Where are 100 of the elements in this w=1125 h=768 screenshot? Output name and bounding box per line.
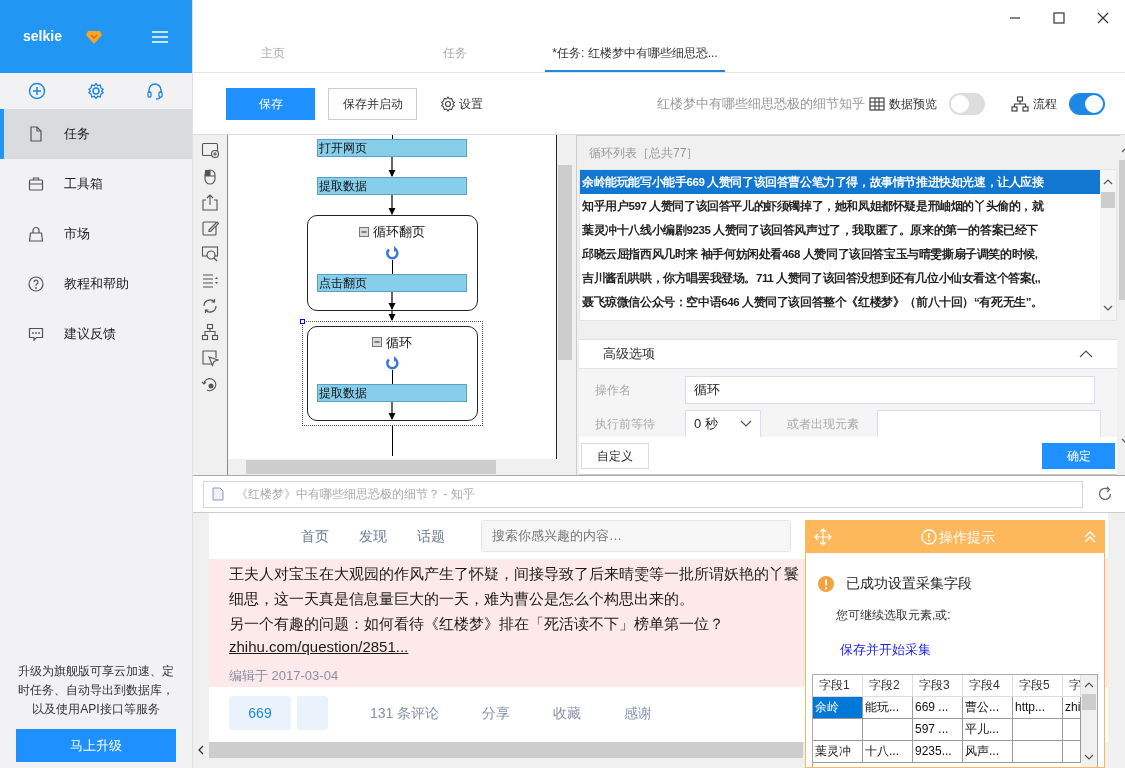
collapse-icon[interactable]: [372, 337, 382, 348]
search-icon[interactable]: [201, 245, 219, 263]
mouse-icon[interactable]: [201, 167, 219, 185]
diamond-icon: [85, 29, 102, 44]
nav-link[interactable]: 发现: [359, 525, 387, 547]
column-header[interactable]: 字段5: [1013, 674, 1063, 697]
sidebar-item[interactable]: 工具箱: [0, 159, 192, 209]
input-field[interactable]: 循环: [685, 376, 1095, 404]
file-icon: [28, 126, 44, 142]
flow-step[interactable]: 打开网页: [317, 139, 467, 157]
page-icon: [212, 487, 224, 501]
scrollbar[interactable]: [1100, 170, 1116, 320]
list-item[interactable]: 余岭能玩能写小能手669 人赞同了该回答曹公笔力了得，故事情节推进快如光速，让人应接: [580, 170, 1100, 194]
table-cell[interactable]: 余岭: [813, 696, 863, 719]
column-header[interactable]: 字段3: [913, 674, 963, 697]
tab[interactable]: *任务: 红楼梦中有哪些细思恐...: [545, 36, 725, 72]
toolbox-icon: [28, 176, 44, 192]
hierarchy-icon: [1011, 95, 1029, 112]
select-field[interactable]: 0 秒: [685, 410, 761, 437]
selection-handle[interactable]: [299, 318, 305, 324]
refresh-icon[interactable]: [201, 297, 219, 315]
settings-button[interactable]: 设置: [440, 94, 483, 113]
table-cell[interactable]: 597 ...: [913, 718, 963, 741]
headset-icon[interactable]: [145, 82, 164, 100]
move-icon[interactable]: [814, 528, 832, 546]
flow-step[interactable]: 提取数据: [317, 384, 467, 402]
scroll-thumb[interactable]: [1082, 693, 1096, 710]
toggle-label: 数据预览: [889, 95, 937, 113]
edit-date: 编辑于 2017-03-04: [229, 667, 339, 685]
toggle-switch[interactable]: [1069, 92, 1105, 115]
column-header[interactable]: 字段1: [813, 674, 863, 697]
sidebar-item[interactable]: 任务: [0, 109, 192, 159]
table-cell[interactable]: 葉灵冲: [813, 740, 863, 763]
scrollbar[interactable]: [556, 135, 573, 459]
table-cell[interactable]: [863, 718, 913, 741]
sidebar-item[interactable]: 市场: [0, 209, 192, 259]
sidebar-item[interactable]: 教程和帮助: [0, 259, 192, 309]
target-icon[interactable]: [201, 375, 219, 393]
refresh-icon[interactable]: [1097, 486, 1113, 502]
column-header[interactable]: 字段2: [863, 674, 913, 697]
column-header[interactable]: 字段4: [963, 674, 1013, 697]
custom-button[interactable]: 自定义: [581, 442, 649, 469]
table-cell[interactable]: 十八...: [863, 740, 913, 763]
collapse-icon[interactable]: [359, 226, 369, 237]
list-item[interactable]: 吉川酱乱哄哄，你方唱罢我登场。711 人赞同了该回答没想到还有几位小仙女看这个答案(,,: [580, 266, 1100, 290]
table-cell[interactable]: 平儿...: [963, 718, 1013, 741]
flow-step[interactable]: 提取数据: [317, 177, 467, 195]
loop-box[interactable]: 循环 提取数据: [306, 325, 478, 421]
table-cell[interactable]: http...: [1013, 696, 1063, 719]
table-cell[interactable]: [813, 718, 863, 741]
help-icon: [28, 276, 44, 292]
scrollbar[interactable]: [228, 459, 573, 475]
scrollbar[interactable]: [1081, 674, 1097, 767]
scroll-thumb[interactable]: [558, 165, 572, 360]
table-cell[interactable]: 669 ...: [913, 696, 963, 719]
hierarchy-icon[interactable]: [201, 323, 219, 341]
save-and-start-link[interactable]: 保存并开始采集: [806, 640, 931, 660]
table-cell[interactable]: [1013, 718, 1063, 741]
chevron-down-icon: [740, 420, 752, 428]
edit-icon[interactable]: [201, 219, 219, 237]
answer-link[interactable]: zhihu.com/question/2851...: [229, 636, 409, 658]
list-item[interactable]: 聂飞琼微信公众号：空中语646 人赞同了该回答整个《红楼梦》（前八十回）“有死无生”。: [580, 290, 1100, 314]
add-icon[interactable]: [28, 82, 47, 100]
table-cell[interactable]: 能玩...: [863, 696, 913, 719]
answer-text: 王夫人对宝玉在大观园的作风产生了怀疑，间接导致了后来晴雯等一批所谓妖艳的丫鬟: [229, 564, 799, 584]
nav-link[interactable]: 话题: [417, 525, 445, 547]
bag-icon: [28, 226, 44, 242]
input-field[interactable]: [877, 410, 1101, 437]
flow-step[interactable]: 点击翻页: [317, 273, 467, 292]
list-icon[interactable]: [201, 271, 219, 289]
flow-arrow: [387, 195, 397, 215]
menu-icon[interactable]: [151, 29, 169, 44]
nav-link[interactable]: 首页: [301, 525, 329, 547]
cursor-icon[interactable]: [201, 349, 219, 367]
upload-icon[interactable]: [201, 193, 219, 211]
table-cell[interactable]: 风声...: [963, 740, 1013, 763]
chat-icon: [28, 326, 44, 342]
save-start-button[interactable]: 保存并启动: [328, 87, 417, 120]
advanced-options-header[interactable]: 高级选项: [579, 339, 1117, 369]
toggle-switch[interactable]: [949, 92, 985, 115]
task-title: 红楼梦中有哪些细思恐极的细节知乎: [657, 94, 865, 113]
list-item[interactable]: 邱晓云屈指西风几时来 袖手何妨闲处看468 人赞同了该回答宝玉与晴雯撕扇子调笑的时候,: [580, 242, 1100, 266]
list-item[interactable]: 知乎用户597 人赞同了该回答平儿的虾须镯掉了，她和凤姐都怀疑是邢岫烟的丫头偷的，就: [580, 194, 1100, 218]
sidebar-item[interactable]: 建议反馈: [0, 309, 192, 359]
loop-box[interactable]: 循环翻页 点击翻页: [306, 215, 478, 311]
scroll-thumb[interactable]: [246, 460, 496, 474]
app-name: selkie: [23, 27, 62, 46]
search-field[interactable]: 搜索你感兴趣的内容…: [481, 520, 791, 552]
table-cell[interactable]: [1013, 740, 1063, 763]
field-label: 操作名: [595, 382, 632, 399]
list-item[interactable]: 葉灵冲十八线小编剧9235 人赞同了该回答风声过了，我取匿了。原来的第一的答案已经下: [580, 218, 1100, 242]
scroll-left-icon[interactable]: [197, 745, 205, 755]
table-cell[interactable]: 曹公...: [963, 696, 1013, 719]
window-add-icon[interactable]: [201, 141, 219, 159]
info-icon: [921, 529, 937, 545]
table-icon: [869, 95, 885, 112]
settings-icon[interactable]: [87, 82, 105, 100]
table-cell[interactable]: 9235...: [913, 740, 963, 763]
warning-icon: [818, 575, 834, 592]
scroll-thumb[interactable]: [1101, 192, 1115, 208]
